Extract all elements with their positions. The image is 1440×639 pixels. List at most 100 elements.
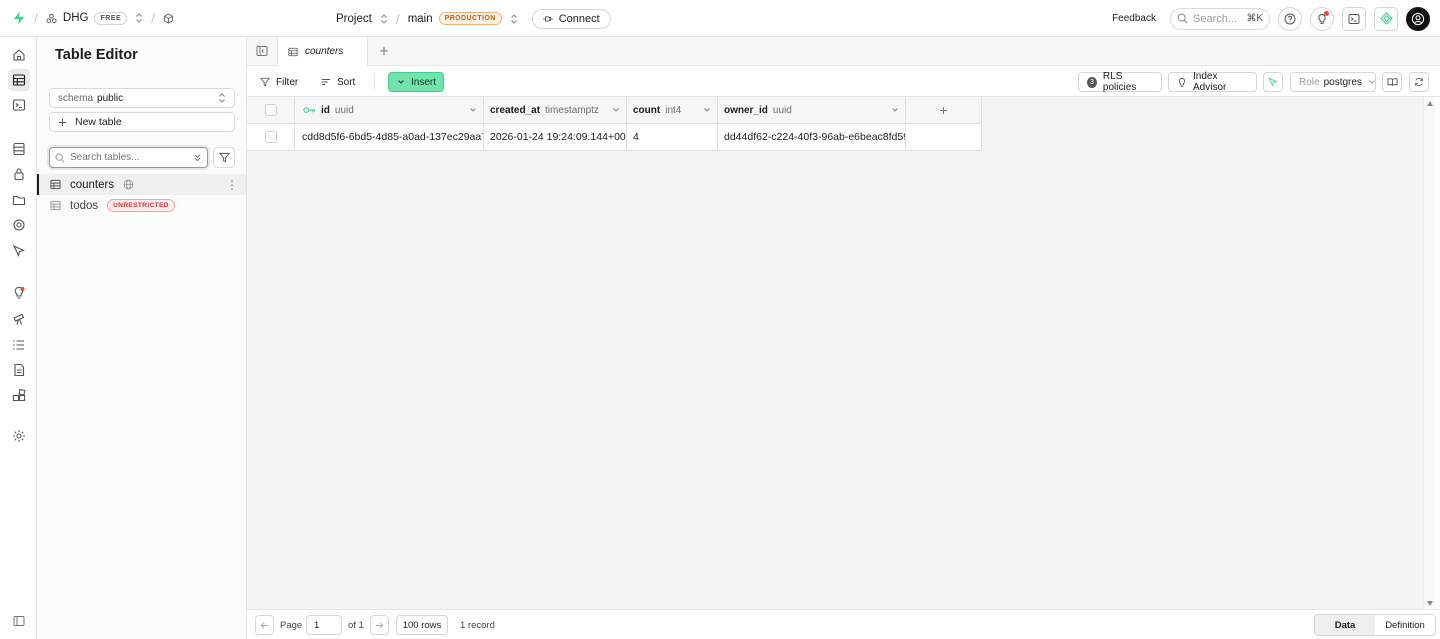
definition-view-button[interactable]: Definition [1375,615,1435,635]
data-view-button[interactable]: Data [1315,615,1375,635]
prev-page-button[interactable] [255,615,274,635]
role-select[interactable]: Role postgres [1290,72,1376,92]
logs-icon[interactable] [10,336,28,354]
add-column-button[interactable] [906,97,982,124]
column-type: int4 [665,104,682,116]
column-header[interactable]: id uuid [295,97,484,124]
toolbar-divider [374,73,375,91]
sort-label: Sort [337,76,356,88]
table-cell[interactable]: 2026-01-24 19:24:09.144+00 [484,124,627,151]
search-icon [1177,13,1188,24]
table-cell[interactable]: cdd8d5f6-6bd5-4d85-a0ad-137ec29aa723 [295,124,484,151]
realtime-icon[interactable] [10,242,28,260]
chevron-down-icon [397,78,405,86]
table-filter-button[interactable] [213,147,235,168]
filter-button[interactable]: Filter [260,72,298,92]
table-list-item[interactable]: todos UNRESTRICTED [37,195,246,216]
page-label: Page [280,620,303,631]
storage-icon[interactable] [10,191,28,209]
plus-icon [58,118,67,127]
column-header[interactable]: owner_id uuid [718,97,906,124]
search-placeholder: Search... [1193,12,1238,25]
chevron-down-icon[interactable] [612,106,620,114]
table-menu-icon[interactable]: ⋮ [226,178,238,192]
table-cell[interactable]: dd44df62-c224-40f3-96ab-e6beac8fd598 [718,124,906,151]
chevron-down-icon[interactable] [891,106,899,114]
database-icon[interactable] [10,140,28,158]
row-select-cell [247,124,295,151]
feedback-button[interactable]: Feedback [1112,13,1156,24]
page-count: of 1 [348,620,364,631]
scroll-down-icon[interactable] [1427,601,1433,606]
select-all-header [247,97,295,124]
branch-switcher-chevron-icon[interactable] [510,13,518,24]
settings-gear-icon[interactable] [10,427,28,445]
advisors-icon[interactable] [10,284,28,302]
docs-button[interactable] [1382,72,1402,92]
toggle-sidebar-icon[interactable] [256,45,268,57]
column-header[interactable]: created_at timestamptz [484,97,627,124]
chevron-down-icon[interactable] [703,106,711,114]
next-page-button[interactable] [370,615,389,635]
collapse-sidebar-icon[interactable] [10,612,28,630]
integrations-icon[interactable] [10,387,28,405]
api-docs-icon[interactable] [10,361,28,379]
schema-select[interactable]: schema public [49,88,235,108]
project-name[interactable]: Project [336,13,372,25]
sort-button[interactable]: Sort [321,72,355,92]
schema-value: public [97,92,124,104]
role-value: postgres [1323,76,1362,88]
table-list-item[interactable]: counters ⋮ [37,174,246,195]
help-button[interactable] [1278,6,1302,31]
assistant-button[interactable] [1374,6,1398,31]
new-table-button[interactable]: New table [49,112,235,132]
authentication-icon[interactable] [10,165,28,183]
terminal-icon [1348,13,1360,25]
column-header[interactable]: count int4 [627,97,718,124]
new-tab-plus-icon[interactable] [379,46,389,56]
project-switcher-chevron-icon[interactable] [380,13,388,24]
data-grid: id uuid created_at timestamptz count int… [247,97,1423,609]
chevron-down-icon[interactable] [469,106,477,114]
advisor-button[interactable] [1310,6,1334,31]
table-cell[interactable]: 4 [627,124,718,151]
chevrons-down-icon[interactable] [193,153,202,162]
unrestricted-badge: UNRESTRICTED [107,199,175,212]
insert-button[interactable]: Insert [388,72,444,92]
rows-per-page-select[interactable]: 100 rows [396,615,448,635]
primary-key-icon [303,106,316,114]
org-icon [46,13,57,24]
edge-functions-icon[interactable] [10,216,28,234]
home-icon[interactable] [10,46,28,64]
sql-terminal-button[interactable] [1342,6,1366,31]
tab-counters[interactable]: counters [277,37,368,66]
user-avatar[interactable] [1406,6,1430,31]
vertical-scrollbar[interactable] [1423,97,1435,609]
connect-button[interactable]: Connect [531,8,611,29]
chevron-down-icon [1368,78,1376,86]
index-advisor-button[interactable]: Index Advisor [1168,71,1257,93]
table-search-input[interactable] [70,152,180,163]
org-switcher-chevron-icon[interactable] [135,13,143,23]
refresh-button[interactable] [1409,72,1429,92]
sql-editor-icon[interactable] [10,96,28,114]
scroll-up-icon[interactable] [1427,101,1433,106]
table-search-field[interactable] [49,147,208,168]
observability-icon[interactable] [10,310,28,328]
lightbulb-icon [1177,77,1187,88]
org-name[interactable]: DHG [63,12,89,24]
breadcrumb-separator: / [151,10,156,26]
row-checkbox[interactable] [264,131,277,143]
page-input[interactable]: 1 [306,615,342,635]
project-cube-icon[interactable] [163,12,174,24]
grid-footer: Page 1 of 1 100 rows 1 record Data Defin… [247,609,1440,639]
rls-policies-button[interactable]: 3 RLS policies [1078,71,1162,93]
branch-name[interactable]: main [408,13,433,25]
supabase-logo-icon[interactable] [12,11,26,25]
table-editor-icon[interactable] [8,69,30,91]
global-search[interactable]: Search... ⌘K [1170,7,1270,30]
select-all-checkbox[interactable] [264,104,277,116]
column-name: id [321,104,330,116]
realtime-inspect-button[interactable] [1263,72,1283,92]
breadcrumb-separator: / [34,10,38,26]
